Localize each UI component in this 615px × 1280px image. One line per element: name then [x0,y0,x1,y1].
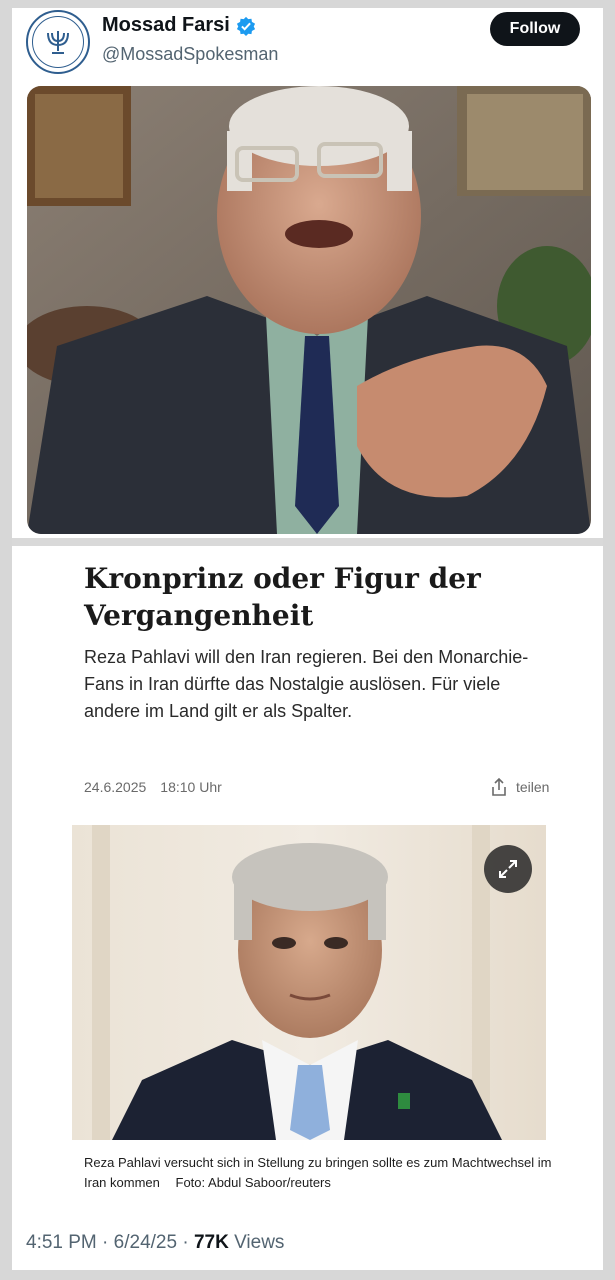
article-teaser: Reza Pahlavi will den Iran regieren. Bei… [84,647,529,721]
tweet-timestamp-row: 4:51 PM · 6/24/25 · 77K Views [26,1232,284,1254]
share-button[interactable]: teilen [490,777,549,797]
views-label: Views [234,1232,285,1253]
share-label: teilen [516,779,550,795]
author-name-row: Mossad Farsi [102,14,256,37]
embedded-article: Kronprinz oder Figur der Vergangenheit R… [12,546,603,1206]
separator: · [102,1232,114,1253]
display-name[interactable]: Mossad Farsi [102,14,230,37]
article-photo-pahlavi[interactable] [72,825,546,1140]
tweet-time[interactable]: 4:51 PM [26,1232,97,1253]
section-divider [12,538,603,546]
views-count: 77K [193,1232,229,1253]
menorah-logo-icon [32,16,84,68]
follow-button[interactable]: Follow [490,12,580,46]
photo-credit: Foto: Abdul Saboor/reuters [175,1175,331,1190]
tweet-date[interactable]: 6/24/25 [114,1232,177,1253]
tweet-card: Mossad Farsi @MossadSpokesman Follow Kro… [12,8,603,1270]
verified-badge-icon [236,16,255,36]
article-meta: 24.6.2025 18:10 Uhr [84,779,222,795]
expand-icon [499,860,517,878]
expand-button[interactable] [484,845,532,893]
article-date: 24.6.2025 [84,779,147,795]
separator: · [182,1232,194,1253]
photo-caption: Reza Pahlavi versucht sich in Stellung z… [84,1153,564,1193]
avatar[interactable] [26,10,90,74]
author-handle[interactable]: @MossadSpokesman [102,44,278,65]
article-headline: Kronprinz oder Figur der Vergangenheit [84,562,481,632]
share-icon [492,777,506,796]
article-time: 18:10 Uhr [160,779,222,795]
tweet-photo-speaker[interactable] [27,86,591,534]
